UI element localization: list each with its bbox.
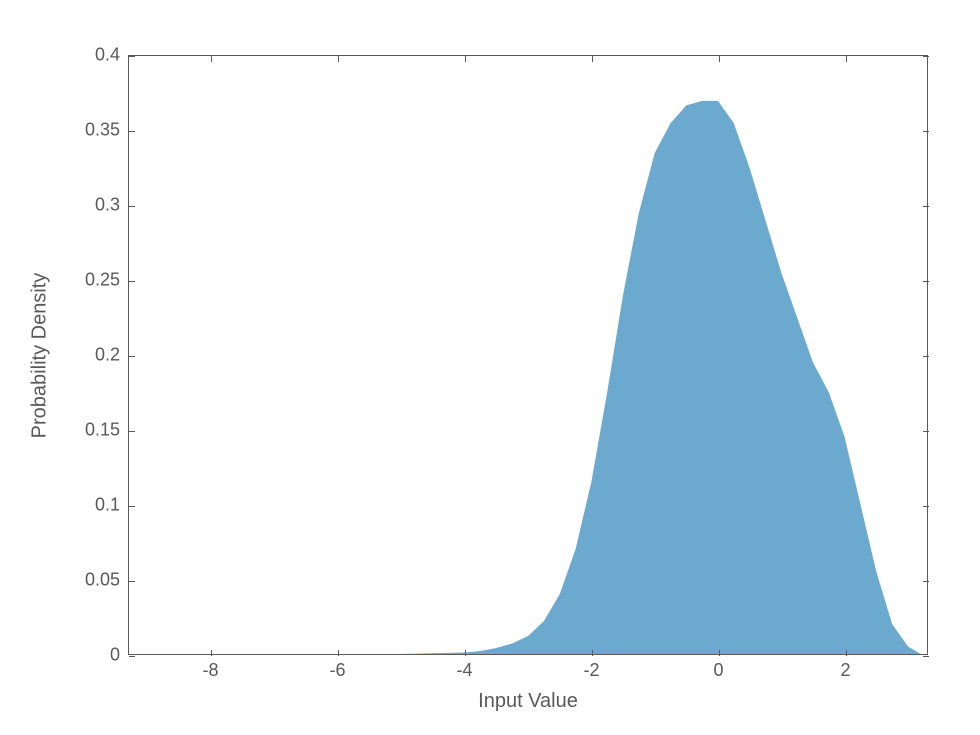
x-tick-mark	[846, 650, 847, 656]
y-axis-label: Probability Density	[30, 55, 50, 655]
y-tick-label: 0.25	[85, 270, 120, 291]
y-tick-mark	[129, 356, 135, 357]
x-tick-mark	[719, 650, 720, 656]
x-tick-mark	[592, 56, 593, 62]
y-tick-mark	[129, 131, 135, 132]
x-tick-label: -6	[330, 660, 346, 681]
x-tick-label: -4	[456, 660, 472, 681]
y-tick-mark	[923, 431, 929, 432]
x-axis-label: Input Value	[128, 690, 928, 713]
y-tick-label: 0.4	[95, 45, 120, 66]
chart-container: -8 -6 -4 -2 0 2 0 0.05 0.1 0.15 0.2 0.25 0.3 0.35 0.4…	[0, 0, 980, 735]
x-tick-mark	[338, 56, 339, 62]
y-tick-mark	[129, 506, 135, 507]
y-tick-mark	[923, 581, 929, 582]
x-tick-mark	[465, 56, 466, 62]
y-tick-mark	[923, 56, 929, 57]
y-tick-mark	[923, 281, 929, 282]
y-tick-label: 0.05	[85, 570, 120, 591]
y-tick-mark	[923, 131, 929, 132]
density-area	[129, 56, 927, 654]
x-tick-mark	[719, 56, 720, 62]
y-tick-mark	[129, 206, 135, 207]
x-axis-label-text: Input Value	[478, 690, 578, 712]
plot-area	[128, 55, 928, 655]
y-tick-label: 0.1	[95, 495, 120, 516]
x-tick-label: -8	[203, 660, 219, 681]
y-tick-mark	[129, 656, 135, 657]
y-tick-mark	[129, 431, 135, 432]
y-tick-label: 0.2	[95, 345, 120, 366]
y-tick-label: 0.3	[95, 195, 120, 216]
x-tick-label: 2	[840, 660, 850, 681]
y-tick-label: 0.15	[85, 420, 120, 441]
x-tick-mark	[465, 650, 466, 656]
x-tick-mark	[592, 650, 593, 656]
y-tick-mark	[129, 56, 135, 57]
y-tick-mark	[923, 356, 929, 357]
y-tick-mark	[923, 206, 929, 207]
x-tick-label: -2	[583, 660, 599, 681]
y-tick-mark	[129, 581, 135, 582]
x-tick-mark	[211, 650, 212, 656]
x-tick-mark	[338, 650, 339, 656]
y-tick-label: 0	[110, 645, 120, 666]
y-tick-mark	[129, 281, 135, 282]
x-tick-mark	[211, 56, 212, 62]
x-tick-mark	[846, 56, 847, 62]
y-axis-label-text: Probability Density	[29, 272, 52, 438]
x-tick-label: 0	[713, 660, 723, 681]
y-tick-mark	[923, 656, 929, 657]
y-tick-label: 0.35	[85, 120, 120, 141]
y-tick-mark	[923, 506, 929, 507]
